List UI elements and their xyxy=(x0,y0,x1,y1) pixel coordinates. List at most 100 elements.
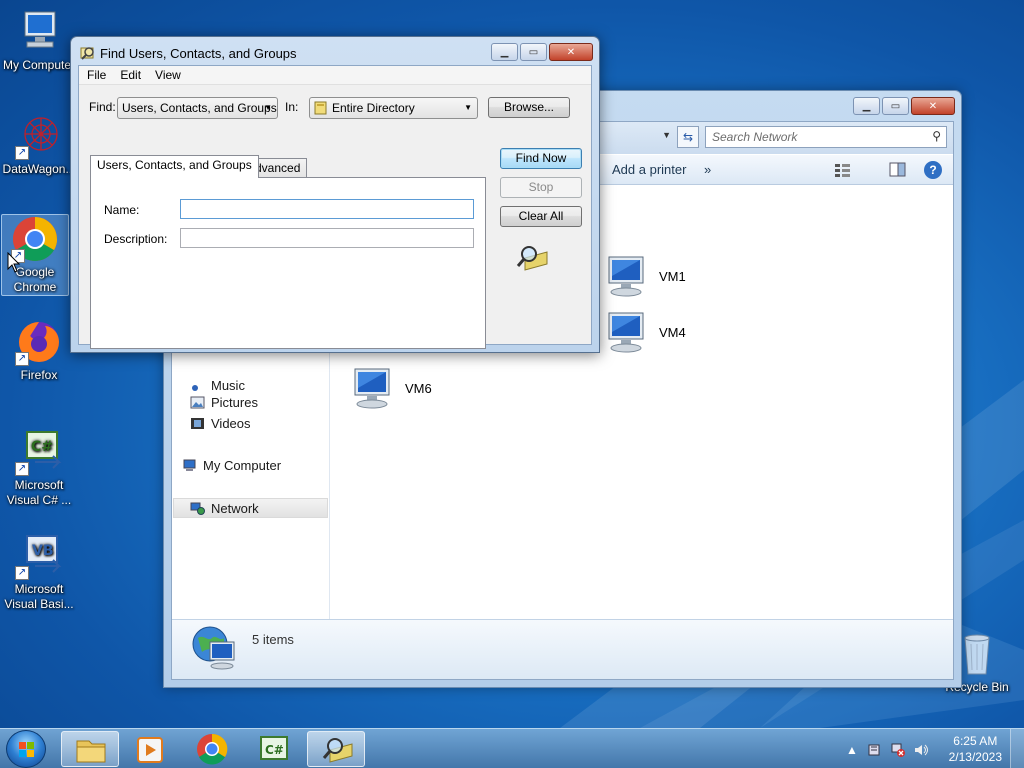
action-center-icon[interactable] xyxy=(867,743,881,757)
details-pane: 5 items xyxy=(172,619,953,679)
tab-users-contacts-groups[interactable]: Users, Contacts, and Groups xyxy=(90,155,259,178)
explorer-icon xyxy=(76,740,106,763)
change-view-icon[interactable] xyxy=(834,161,852,179)
desktop-icon-firefox[interactable]: ↗ Firefox xyxy=(0,318,78,383)
svg-text:VB: VB xyxy=(32,543,54,559)
search-input[interactable]: Search Network ⚲ xyxy=(705,126,947,148)
menu-file[interactable]: File xyxy=(80,66,113,84)
desktop-icon-label: DataWagon... xyxy=(2,162,76,176)
stop-button[interactable]: Stop xyxy=(500,177,582,198)
help-icon[interactable]: ? xyxy=(924,161,942,179)
network-computer-label: VM6 xyxy=(405,380,432,396)
nav-item-pictures[interactable]: Pictures xyxy=(190,395,258,410)
shortcut-arrow-icon: ↗ xyxy=(15,146,29,160)
desktop-icon-label: Microsoft Visual Basi... xyxy=(4,582,74,611)
maximize-button[interactable]: ▭ xyxy=(882,97,909,115)
taskbar-chrome[interactable] xyxy=(183,731,241,767)
nav-item-my-computer[interactable]: My Computer xyxy=(182,458,281,473)
more-commands-button[interactable]: » xyxy=(704,162,711,177)
svg-text:C#: C# xyxy=(265,743,284,757)
desktop-icon-label: Firefox xyxy=(20,368,58,382)
minimize-button[interactable]: ▁ xyxy=(491,43,518,61)
volume-icon[interactable] xyxy=(914,743,928,757)
search-criteria-panel: Name: Description: xyxy=(90,177,486,349)
network-computer-vm1[interactable]: VM1 xyxy=(605,254,686,298)
show-desktop-button[interactable] xyxy=(1010,729,1024,768)
network-computer-vm6[interactable]: VM6 xyxy=(351,366,432,410)
in-location-value: Entire Directory xyxy=(332,101,415,115)
clock[interactable]: 6:25 AM 2/13/2023 xyxy=(949,733,1002,765)
find-label: Find: xyxy=(89,100,116,114)
in-label: In: xyxy=(285,100,299,114)
address-dropdown-icon[interactable]: ▼ xyxy=(662,130,671,140)
mouse-cursor-icon xyxy=(7,252,21,273)
desktop-icon-datawagon[interactable]: ↗ DataWagon... xyxy=(0,112,78,177)
taskbar: C# ▲ 6:25 AM 2/13/2023 xyxy=(0,728,1024,768)
description-input[interactable] xyxy=(180,228,474,248)
find-type-select[interactable]: Users, Contacts, and Groups ▼ xyxy=(117,97,278,119)
network-computer-icon xyxy=(354,368,390,409)
name-input[interactable] xyxy=(180,199,474,219)
item-count: 5 items xyxy=(252,632,294,647)
desktop-icon-visual-csharp[interactable]: C# ↗ Microsoft Visual C# ... xyxy=(0,428,78,508)
menu-edit[interactable]: Edit xyxy=(113,66,148,84)
start-button[interactable] xyxy=(6,730,46,768)
network-computer-icon xyxy=(608,312,644,353)
taskbar-media-player[interactable] xyxy=(121,731,179,767)
desktop-icon-label: Microsoft Visual C# ... xyxy=(6,478,72,507)
clock-time: 6:25 AM xyxy=(953,734,998,748)
menu-bar: File Edit View xyxy=(79,66,591,85)
clock-date: 2/13/2023 xyxy=(948,750,1002,764)
clear-all-button[interactable]: Clear All xyxy=(500,206,582,227)
menu-view[interactable]: View xyxy=(148,66,188,84)
description-label: Description: xyxy=(104,232,168,246)
window-controls: ▁ ▭ ✕ xyxy=(491,43,593,61)
videos-icon xyxy=(190,417,205,430)
datawagon-icon: ↗ xyxy=(15,112,63,160)
minimize-button[interactable]: ▁ xyxy=(853,97,880,115)
desktop-icon-visual-basic[interactable]: VB ↗ Microsoft Visual Basi... xyxy=(0,532,78,612)
preview-pane-icon[interactable] xyxy=(889,161,907,179)
network-computer-icon xyxy=(608,256,644,297)
network-status-icon[interactable] xyxy=(891,743,905,757)
chrome-icon xyxy=(197,733,228,765)
refresh-button[interactable]: ⇆ xyxy=(677,126,699,148)
nav-item-network[interactable]: Network xyxy=(173,498,328,518)
close-button[interactable]: ✕ xyxy=(549,43,593,61)
shortcut-arrow-icon: ↗ xyxy=(15,462,29,476)
dialog-title: Find Users, Contacts, and Groups xyxy=(100,46,297,61)
taskbar-find-users[interactable] xyxy=(307,731,365,767)
search-placeholder: Search Network xyxy=(712,130,798,144)
desktop-icon-my-computer[interactable]: My Computer xyxy=(0,8,78,73)
search-icon[interactable]: ⚲ xyxy=(932,129,941,143)
shortcut-arrow-icon: ↗ xyxy=(15,352,29,366)
show-hidden-icons-button[interactable]: ▲ xyxy=(845,743,859,757)
maximize-button[interactable]: ▭ xyxy=(520,43,547,61)
nav-item-label: Pictures xyxy=(211,395,258,410)
name-label: Name: xyxy=(104,203,140,217)
visual-basic-icon: VB ↗ xyxy=(15,532,63,580)
window-controls: ▁ ▭ ✕ xyxy=(853,97,955,115)
visual-csharp-icon: C# ↗ xyxy=(15,428,63,476)
computer-icon xyxy=(182,459,197,472)
nav-item-label: Videos xyxy=(211,416,251,431)
find-now-button[interactable]: Find Now xyxy=(500,148,582,169)
find-users-dialog[interactable]: Find Users, Contacts, and Groups ▁ ▭ ✕ F… xyxy=(70,36,600,353)
taskbar-visual-csharp[interactable]: C# xyxy=(245,731,303,767)
nav-item-music[interactable]: Music xyxy=(190,378,245,393)
taskbar-explorer[interactable] xyxy=(61,731,119,767)
pictures-icon xyxy=(190,396,205,409)
network-computer-label: VM4 xyxy=(659,324,686,340)
desktop-icon-label: My Computer xyxy=(2,58,76,72)
in-location-select[interactable]: Entire Directory ▼ xyxy=(309,97,478,119)
network-computer-vm4[interactable]: VM4 xyxy=(605,310,686,354)
browse-button[interactable]: Browse... xyxy=(488,97,570,118)
nav-item-videos[interactable]: Videos xyxy=(190,416,251,431)
add-printer-button[interactable]: Add a printer xyxy=(612,162,686,177)
dialog-body: File Edit View Find: Users, Contacts, an… xyxy=(78,65,592,349)
close-button[interactable]: ✕ xyxy=(911,97,955,115)
svg-text:C#: C# xyxy=(31,439,53,455)
find-users-icon xyxy=(322,738,353,763)
network-globe-icon xyxy=(192,626,235,670)
chevron-down-icon: ▼ xyxy=(464,103,472,112)
